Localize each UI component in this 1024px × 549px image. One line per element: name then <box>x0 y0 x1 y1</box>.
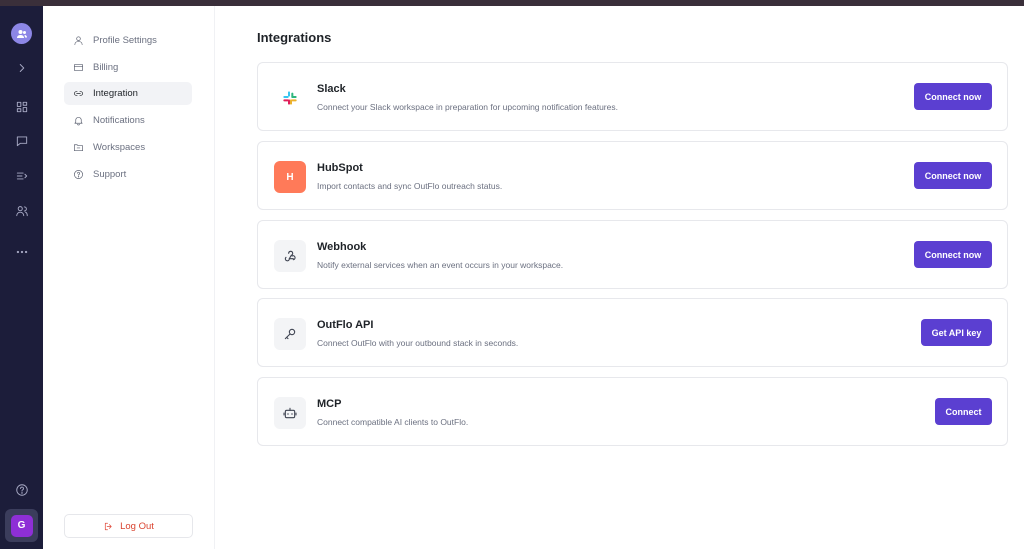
menu-item-label: Integration <box>93 88 138 99</box>
menu-item-billing[interactable]: Billing <box>64 56 192 79</box>
menu-item-notifications[interactable]: Notifications <box>64 109 192 132</box>
folder-icon <box>74 144 83 152</box>
people-icon <box>15 205 28 216</box>
integration-name: HubSpot <box>317 162 363 174</box>
integration-description: Notify external services when an event o… <box>317 260 564 270</box>
expand-sidebar-button[interactable] <box>8 54 35 81</box>
user-avatar: G <box>10 514 33 537</box>
inbox-nav-button[interactable] <box>8 127 35 154</box>
menu-item-label: Support <box>93 169 127 180</box>
contacts-nav-button[interactable] <box>8 197 35 224</box>
icon-rail: G <box>0 6 43 549</box>
menu-item-support[interactable]: Support <box>64 163 192 186</box>
menu-item-label: Notifications <box>93 115 145 126</box>
connect-mcp-button[interactable]: Connect <box>935 398 992 425</box>
card-icon <box>74 63 83 72</box>
bot-glyph <box>283 407 297 419</box>
integration-name: MCP <box>317 398 342 410</box>
slack-logo-icon <box>274 82 306 114</box>
user-menu-button[interactable]: G <box>5 509 38 542</box>
logout-button[interactable]: Log Out <box>64 514 193 538</box>
logout-icon <box>105 522 112 530</box>
webhook-icon <box>274 240 306 272</box>
integration-card-webhook: Webhook Notify external services when an… <box>257 220 1008 289</box>
workspace-avatar[interactable] <box>11 23 32 44</box>
get-api-key-button[interactable]: Get API key <box>921 319 992 346</box>
integration-description: Import contacts and sync OutFlo outreach… <box>317 181 503 191</box>
key-glyph <box>284 328 296 340</box>
help-icon <box>15 483 28 496</box>
integration-description: Connect compatible AI clients to OutFlo. <box>317 417 469 427</box>
menu-item-workspaces[interactable]: Workspaces <box>64 136 192 159</box>
integration-card-outflo-api: OutFlo API Connect OutFlo with your outb… <box>257 298 1008 367</box>
connect-slack-button[interactable]: Connect now <box>914 83 992 110</box>
more-icon <box>16 250 27 253</box>
integration-description: Connect your Slack workspace in preparat… <box>317 102 618 112</box>
help-button[interactable] <box>8 476 35 503</box>
more-nav-button[interactable] <box>8 238 35 265</box>
chat-icon <box>16 135 27 146</box>
sequences-nav-button[interactable] <box>8 162 35 189</box>
slack-logo-glyph <box>283 91 297 105</box>
webhook-glyph <box>284 250 296 262</box>
users-icon <box>16 29 27 38</box>
bot-icon <box>274 397 306 429</box>
integration-name: Slack <box>317 83 346 95</box>
integration-name: Webhook <box>317 241 367 253</box>
bell-icon <box>74 117 83 126</box>
settings-menu: Profile Settings Billing Integration Not… <box>43 6 215 549</box>
integration-description: Connect OutFlo with your outbound stack … <box>317 338 519 348</box>
grid-icon <box>16 101 27 112</box>
chevron-right-icon <box>19 63 24 72</box>
menu-item-label: Billing <box>93 62 119 73</box>
link-icon <box>74 91 83 96</box>
connect-webhook-button[interactable]: Connect now <box>914 241 992 268</box>
integration-name: OutFlo API <box>317 319 374 331</box>
user-icon <box>74 36 83 45</box>
page-title: Integrations <box>257 30 332 45</box>
key-icon <box>274 318 306 350</box>
menu-item-profile-settings[interactable]: Profile Settings <box>64 29 192 52</box>
menu-item-label: Profile Settings <box>93 35 157 46</box>
dashboard-nav-button[interactable] <box>8 93 35 120</box>
integration-card-hubspot: H HubSpot Import contacts and sync OutFl… <box>257 141 1008 210</box>
integration-card-mcp: MCP Connect compatible AI clients to Out… <box>257 377 1008 446</box>
menu-item-integration[interactable]: Integration <box>64 82 192 105</box>
sequence-icon <box>16 172 27 179</box>
logout-label: Log Out <box>120 520 154 532</box>
menu-item-label: Workspaces <box>93 142 146 153</box>
connect-hubspot-button[interactable]: Connect now <box>914 162 992 189</box>
help-icon <box>74 170 83 179</box>
integration-card-slack: Slack Connect your Slack workspace in pr… <box>257 62 1008 131</box>
hubspot-logo-icon: H <box>274 161 306 193</box>
